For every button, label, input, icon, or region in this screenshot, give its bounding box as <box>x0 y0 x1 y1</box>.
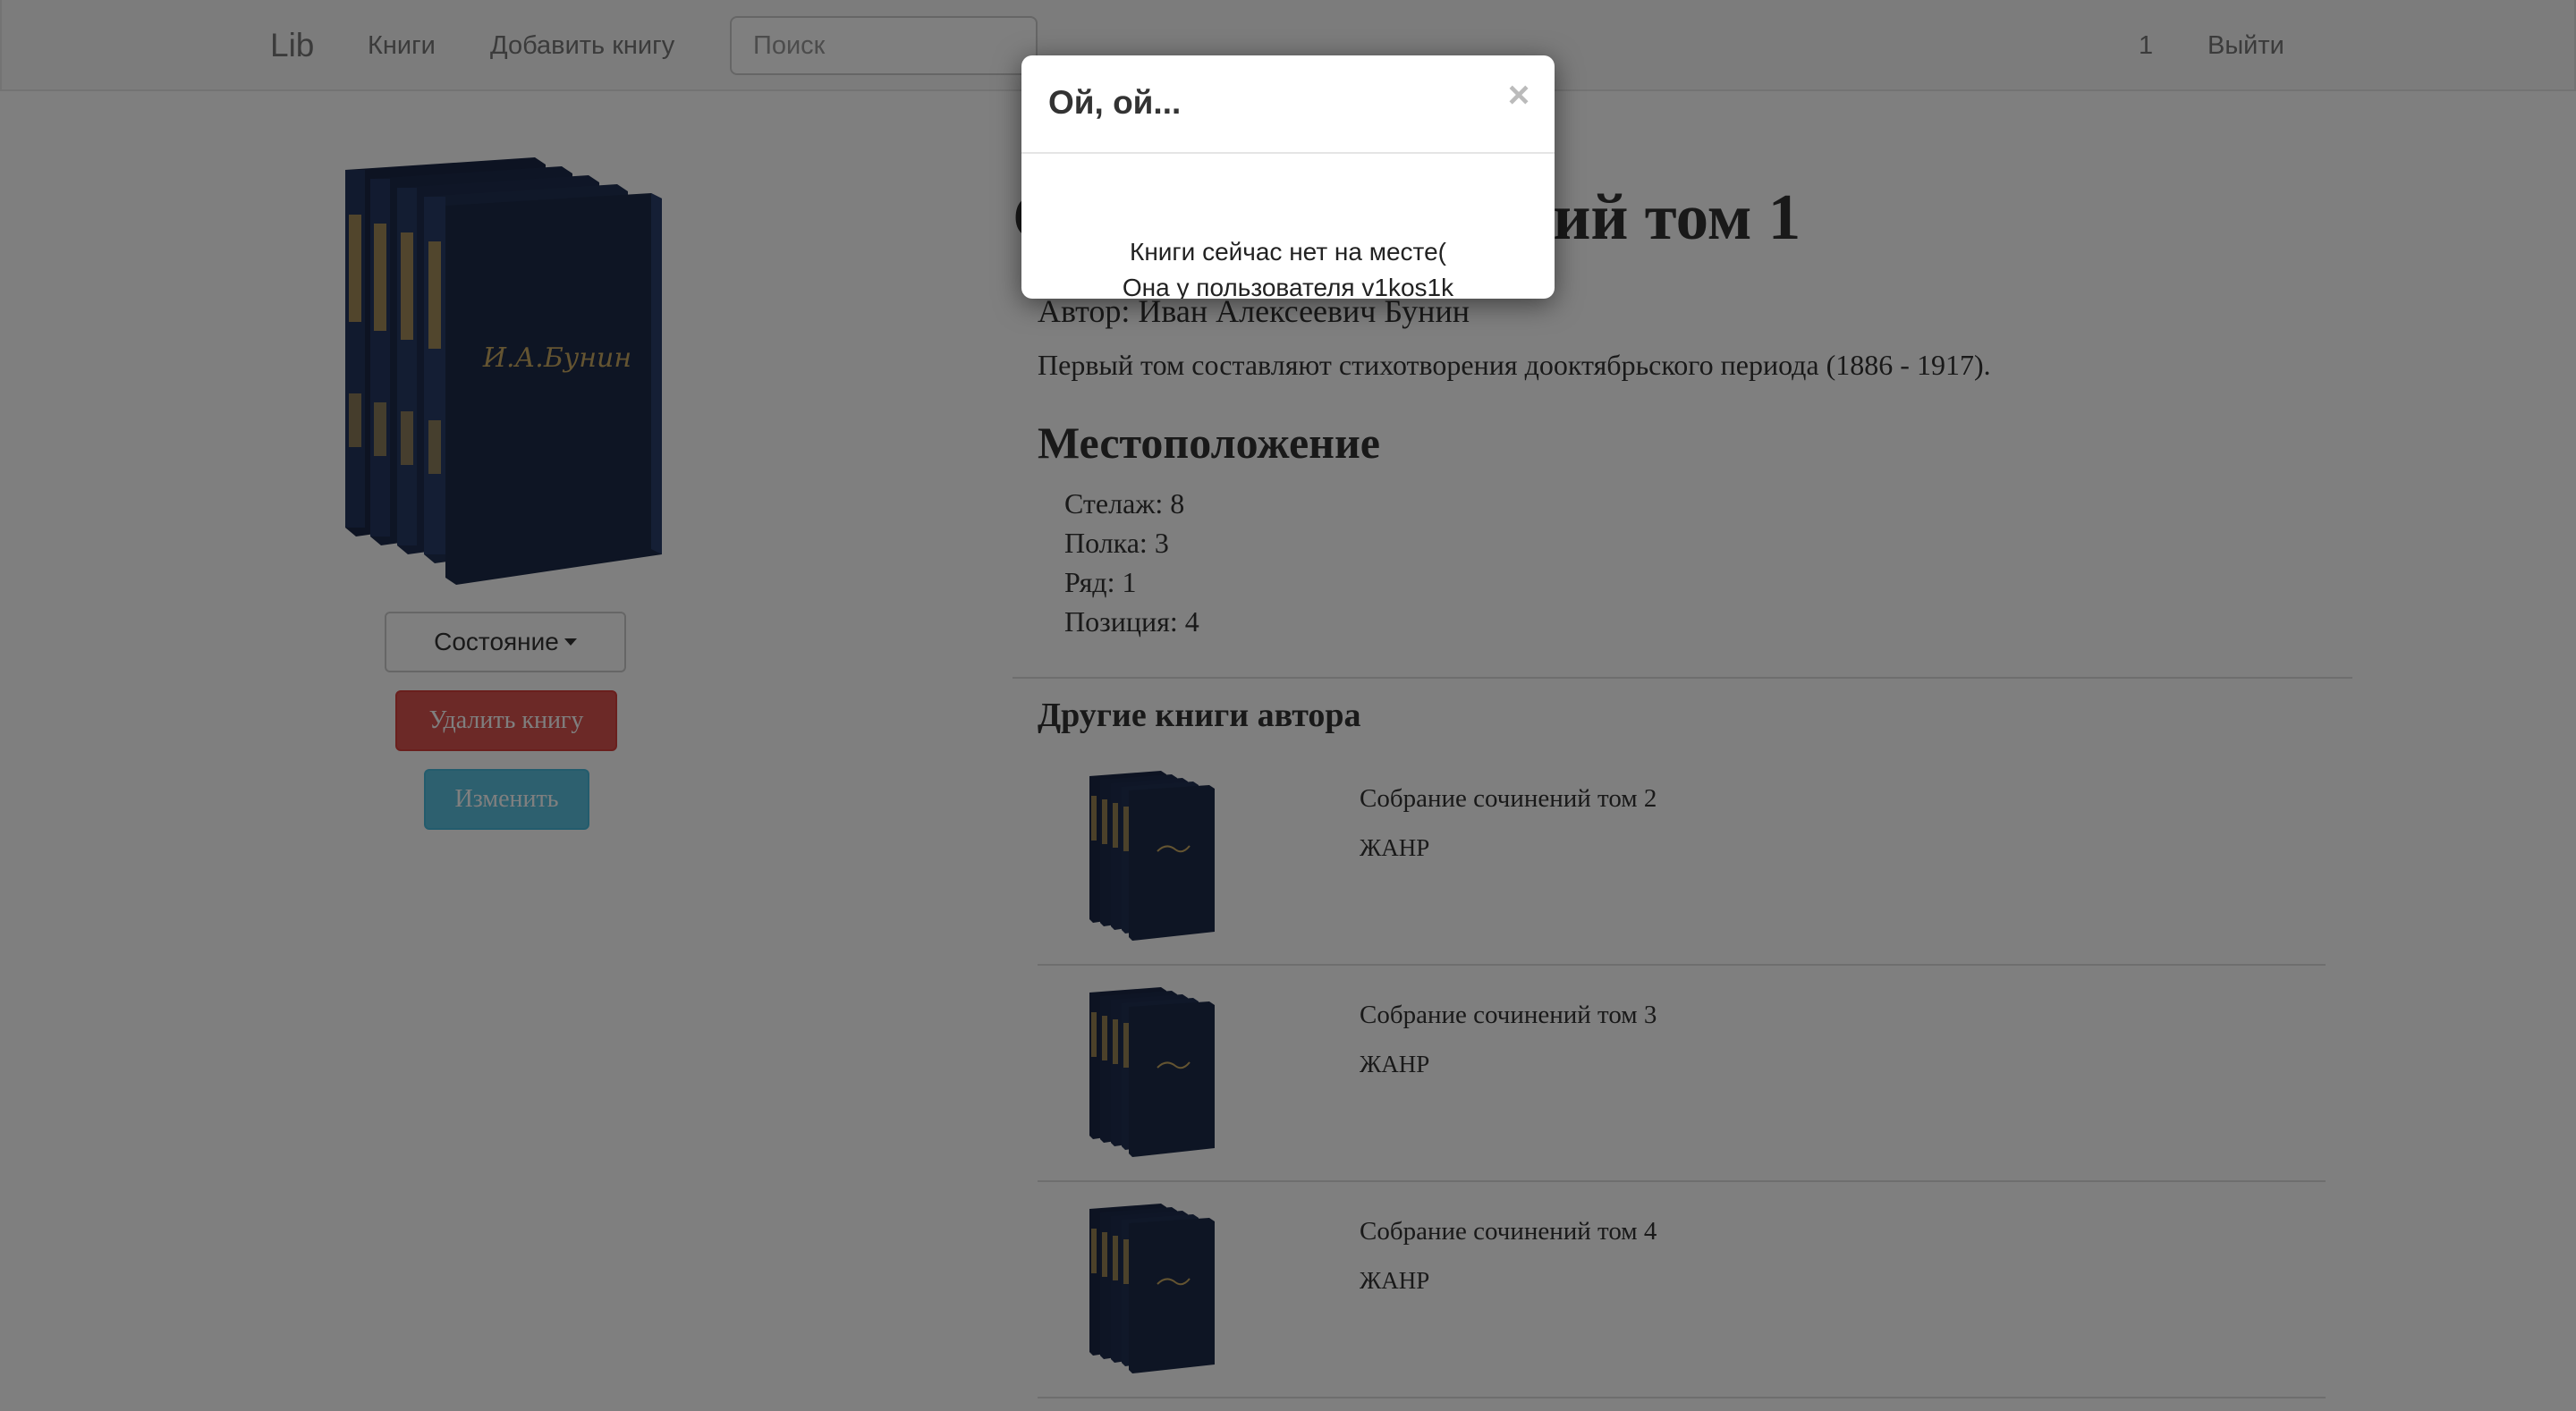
modal-message-line-1: Книги сейчас нет на месте( <box>1130 238 1446 266</box>
modal-message-line-2: Она у пользователя v1kos1k <box>1122 274 1454 299</box>
unavailable-modal: Ой, ой... × Книги сейчас нет на месте( О… <box>1021 55 1555 299</box>
modal-header: Ой, ой... × <box>1021 55 1555 154</box>
modal-title: Ой, ой... <box>1048 84 1182 121</box>
close-icon[interactable]: × <box>1501 76 1537 114</box>
